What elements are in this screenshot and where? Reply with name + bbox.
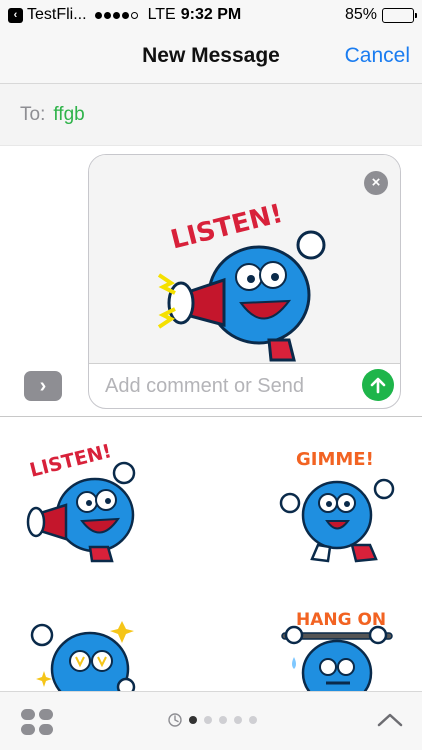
page-dot[interactable] [234,716,242,724]
recipient-name[interactable]: ffgb [53,104,84,126]
nav-bar: New Message Cancel [0,30,422,84]
sticker-drawer: LISTEN! GIMME! HANG ON [0,417,422,691]
back-to-app-icon[interactable]: ‹ [8,7,23,23]
send-button[interactable] [362,369,394,401]
send-arrow-icon [370,377,386,394]
page-dot[interactable] [204,716,212,724]
status-left: ‹ TestFli... LTE [0,6,176,24]
compose-area: › LISTEN! × [0,146,422,416]
back-to-app-label[interactable]: TestFli... [27,6,87,24]
expand-apps-button[interactable]: › [24,371,62,401]
remove-sticker-button[interactable]: × [364,171,388,195]
status-right: 85% [344,6,417,24]
signal-strength-icon [94,11,138,19]
sticker-listen-attached: LISTEN! [157,199,326,362]
sticker-gimme-text: GIMME! [296,449,374,470]
message-bubble: LISTEN! × [88,154,401,409]
attached-sticker: LISTEN! [89,155,400,363]
page-indicator[interactable] [168,713,257,727]
recipient-field[interactable]: To: ffgb [0,84,422,146]
sticker-salute[interactable] [22,607,152,691]
cancel-button[interactable]: Cancel [345,44,410,68]
sticker-hang-on[interactable]: HANG ON [272,603,402,691]
comment-input[interactable] [105,371,349,401]
sticker-listen[interactable]: LISTEN! [20,437,150,567]
battery-icon [382,7,417,23]
bubble-divider [89,363,400,364]
sticker-gimme[interactable]: GIMME! [272,441,402,571]
sticker-hang-on-text: HANG ON [296,610,386,630]
page-dot[interactable] [189,716,197,724]
page-dot[interactable] [219,716,227,724]
app-store-grid-icon[interactable] [20,708,54,736]
battery-percent: 85% [344,6,377,23]
app-drawer-bar [0,691,422,750]
chevron-up-icon[interactable] [376,710,404,730]
status-bar: ‹ TestFli... LTE 9:32 PM 85% [0,0,422,30]
recents-clock-icon[interactable] [168,713,182,727]
network-type: LTE [147,6,176,23]
page-dot[interactable] [249,716,257,724]
sticker-listen-text: LISTEN! [28,440,114,482]
to-label: To: [20,103,46,125]
